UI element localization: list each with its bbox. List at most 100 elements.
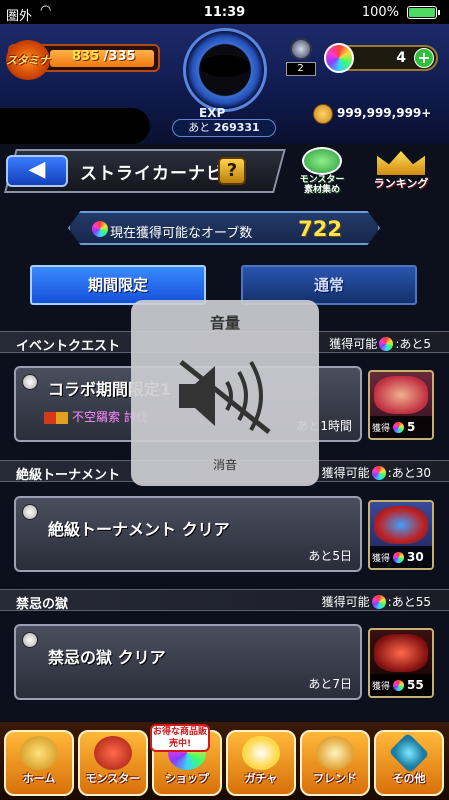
orb-icon [92, 221, 108, 237]
page-title: ストライカーナビ [80, 164, 224, 184]
back-arrow-icon: ◀ [28, 157, 46, 182]
rank-ring[interactable] [183, 28, 267, 112]
available-orbs-panel: 現在獲得可能なオーブ数 722 [68, 211, 380, 245]
reward-suffix: :あと55 [387, 595, 431, 609]
exp-prefix: あと [188, 121, 211, 134]
obtain-count: 5 [407, 420, 416, 434]
pin-icon [22, 632, 38, 648]
nav-label: モンスター [85, 772, 141, 785]
luck-stones[interactable]: 2 [284, 38, 317, 82]
gold-count: 999,999,999+ [337, 106, 432, 120]
orb-icon [393, 421, 405, 433]
exp-remaining: あと 269331 [172, 119, 276, 137]
section-title: 禁忌の獄 [16, 597, 69, 612]
quest-title: 絶級トーナメント クリア [48, 520, 230, 539]
volume-hud: 音量 消音 [131, 300, 319, 486]
orb-counter[interactable]: 4 + [324, 43, 438, 73]
orb-icon [371, 465, 386, 480]
orb-icon [393, 551, 405, 563]
volume-title: 音量 [209, 314, 240, 332]
orb-icon [324, 43, 354, 73]
available-orbs-value: 722 [298, 217, 342, 241]
monster-material-button[interactable]: モンスター 素材集め [290, 147, 354, 197]
speaker-muted-icon [179, 360, 271, 434]
nav-label: ショップ [165, 772, 209, 785]
obtain-info: 獲得 55 [370, 674, 432, 696]
tab-normal[interactable]: 通常 [241, 265, 417, 305]
quest-time-remaining: あと5日 [308, 549, 352, 563]
stamina-icon: スタミナ [6, 40, 50, 80]
section-reward: 獲得可能 :あと30 [322, 464, 431, 481]
reward-suffix: :あと5 [395, 337, 431, 351]
crown-icon [377, 151, 425, 175]
section-header-forbidden: 禁忌の獄 獲得可能 :あと55 [0, 589, 449, 612]
available-orbs-label: 現在獲得可能なオーブ数 [110, 226, 253, 241]
obtain-label: 獲得 [372, 681, 391, 692]
player-header: スタミナ 835 /335 EXP あと 269331 2 4 + 999,99… [0, 24, 449, 144]
buy-orb-button[interactable]: + [414, 48, 434, 68]
friend-icon [316, 736, 354, 770]
tab-limited[interactable]: 期間限定 [30, 265, 206, 305]
back-button[interactable]: ◀ [6, 155, 68, 187]
nav-gacha[interactable]: ガチャ [226, 730, 296, 796]
ranking-button[interactable]: ランキング [366, 147, 436, 197]
nav-label: ホーム [22, 772, 56, 785]
monster-icon [94, 736, 132, 770]
orb-icon [379, 336, 394, 351]
monster-art [374, 506, 428, 544]
stamina-max: /335 [103, 49, 136, 64]
quest-thumbnail: 獲得 55 [368, 628, 434, 698]
obtain-info: 獲得 5 [370, 416, 432, 438]
stamina-gauge[interactable]: スタミナ 835 /335 [6, 40, 160, 80]
obtain-count: 55 [407, 678, 424, 692]
orb-count: 4 [396, 50, 406, 66]
reward-suffix: :あと30 [387, 466, 431, 480]
nav-friend[interactable]: フレンド [300, 730, 370, 796]
avatar [200, 55, 250, 77]
quest-card-forbidden[interactable]: 禁忌の獄 クリア あと7日 獲得 55 [14, 624, 434, 700]
stamina-current: 835 [72, 49, 100, 64]
obtain-label: 獲得 [372, 423, 391, 434]
title-bar: ◀ ストライカーナビ ? モンスター 素材集め ランキング [0, 147, 449, 199]
quest-card-tournament[interactable]: 絶級トーナメント クリア あと5日 獲得 30 [14, 496, 434, 572]
section-reward: 獲得可能 :あと5 [329, 335, 431, 352]
obtain-count: 30 [407, 550, 424, 564]
reward-prefix: 獲得可能 [329, 337, 378, 351]
pin-icon [22, 504, 38, 520]
nav-monster[interactable]: モンスター [78, 730, 148, 796]
quest-thumbnail: 獲得 30 [368, 500, 434, 570]
redacted-area [0, 108, 150, 144]
section-title: イベントクエスト [16, 339, 121, 354]
monster-material-label-1: モンスター [299, 175, 345, 185]
exp-value: 269331 [213, 121, 260, 134]
shop-sale-badge: お得な商品販売中! [150, 724, 210, 752]
obtain-info: 獲得 30 [370, 546, 432, 568]
section-title: 絶級トーナメント [16, 468, 121, 483]
battery-percent: 100% [361, 5, 399, 20]
nav-home[interactable]: ホーム [4, 730, 74, 796]
luck-stone-icon [289, 38, 312, 60]
help-button[interactable]: ? [218, 157, 246, 185]
monster-icon [302, 147, 342, 175]
pin-icon [22, 374, 38, 390]
nav-label: ガチャ [244, 772, 278, 785]
quest-title: 禁忌の獄 クリア [48, 648, 166, 667]
quest-plate: 絶級トーナメント クリア あと5日 [14, 496, 362, 572]
obtain-label: 獲得 [372, 553, 391, 564]
nav-other[interactable]: その他 [374, 730, 444, 796]
battery-icon [407, 6, 440, 19]
orb-icon [371, 594, 386, 609]
exp-label: EXP [199, 106, 226, 120]
character-art [374, 376, 428, 414]
boss-icons [44, 411, 68, 424]
nav-label: フレンド [313, 772, 357, 785]
luck-stone-count: 2 [285, 62, 316, 76]
monster-art [374, 634, 428, 672]
ranking-label: ランキング [373, 177, 429, 190]
other-icon [388, 732, 430, 774]
nav-label: その他 [392, 772, 426, 785]
home-icon [20, 736, 58, 770]
quest-thumbnail: 獲得 5 [368, 370, 434, 440]
section-reward: 獲得可能 :あと55 [322, 593, 431, 610]
quest-plate: 禁忌の獄 クリア あと7日 [14, 624, 362, 700]
